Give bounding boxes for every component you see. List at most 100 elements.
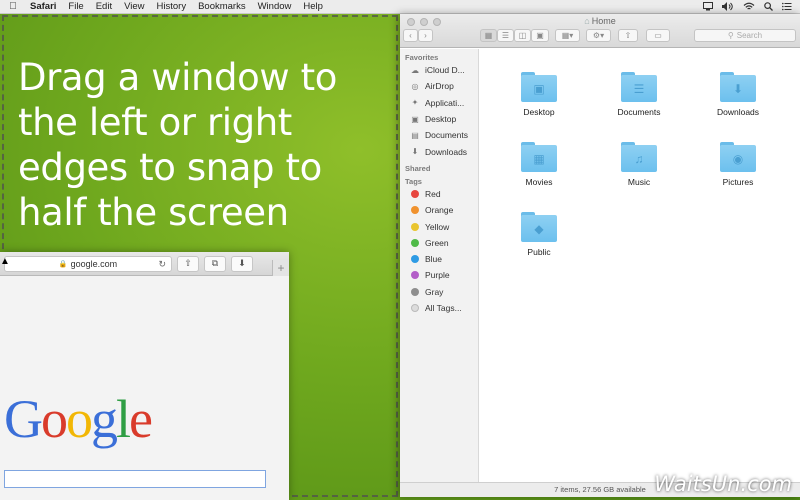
gear-icon: ⚙▾ <box>592 31 605 40</box>
tag-label: Yellow <box>425 221 450 232</box>
back-button[interactable]: ‹ <box>403 29 418 42</box>
sidebar-tag-item[interactable]: Yellow <box>400 218 478 234</box>
folder-label: Downloads <box>716 107 760 117</box>
sidebar-item-downloads[interactable]: ⬇ Downloads <box>400 143 478 159</box>
tabs-button[interactable]: ⧉ <box>204 255 226 272</box>
safari-window[interactable]: 🔒 google.com ↻ ⇧ ⧉ ⬇ + Google <box>0 252 289 500</box>
icon-view-icon: ▦ <box>484 31 493 40</box>
sidebar-item-airdrop[interactable]: ◎ AirDrop <box>400 78 478 94</box>
tag-color-dot-icon <box>411 189 419 198</box>
plus-icon: + <box>277 261 285 275</box>
share-button-finder[interactable]: ⇧ <box>618 29 638 42</box>
reload-icon[interactable]: ↻ <box>158 259 166 270</box>
forward-button[interactable]: › <box>418 29 433 42</box>
tag-color-dot-icon <box>411 238 419 247</box>
tag-label: Green <box>425 237 449 248</box>
folder-item[interactable]: ▦ Movies <box>504 142 574 187</box>
share-icon: ⇧ <box>184 258 192 268</box>
download-icon: ⬇ <box>238 258 246 268</box>
google-logo-letter: o <box>41 389 68 449</box>
search-icon: ⚲ <box>727 31 734 40</box>
share-icon: ⇧ <box>624 31 632 40</box>
sidebar-tag-item[interactable]: Red <box>400 186 478 202</box>
sidebar-tag-item[interactable]: Orange <box>400 202 478 218</box>
tag-color-dot-icon <box>411 222 419 231</box>
chevron-left-icon: ‹ <box>409 31 412 40</box>
sidebar-item-desktop[interactable]: ▣ Desktop <box>400 111 478 127</box>
finder-titlebar: ⌂ Home ‹ › ▦ ☰ ◫ ▣ ▦▾ ⚙▾ ⇧ ▭ ⚲ Search <box>400 14 800 48</box>
coverflow-icon: ▣ <box>536 31 544 40</box>
folder-item[interactable]: ♫ Music <box>604 142 674 187</box>
sidebar-tag-item[interactable]: All Tags... <box>400 300 478 316</box>
tags-button[interactable]: ▭ <box>646 29 670 42</box>
folder-item[interactable]: ▣ Desktop <box>504 72 574 117</box>
menu-window[interactable]: Window <box>252 1 298 12</box>
watermark: WaitsUn.com <box>654 472 792 496</box>
menu-bar:  Safari File Edit View History Bookmark… <box>0 0 800 14</box>
folder-icon: ⬇ <box>720 72 756 102</box>
folder-icon: ▣ <box>521 72 557 102</box>
sidebar-item-applications[interactable]: ✦ Applicati... <box>400 95 478 111</box>
column-view-icon: ◫ <box>518 31 527 40</box>
sidebar-tag-item[interactable]: Gray <box>400 284 478 300</box>
new-tab-button[interactable]: + <box>272 260 289 276</box>
tag-color-dot-icon <box>411 255 419 264</box>
menu-help[interactable]: Help <box>297 1 329 12</box>
finder-window[interactable]: ⌂ Home ‹ › ▦ ☰ ◫ ▣ ▦▾ ⚙▾ ⇧ ▭ ⚲ Search Fav… <box>400 14 800 497</box>
menu-history[interactable]: History <box>151 1 193 12</box>
cloud-icon: ☁ <box>411 65 419 75</box>
notification-center-icon[interactable] <box>782 2 792 11</box>
menu-view[interactable]: View <box>118 1 150 12</box>
lock-icon: 🔒 <box>58 260 68 268</box>
icon-view-button[interactable]: ▦ <box>480 29 497 42</box>
share-button[interactable]: ⇧ <box>177 255 199 272</box>
spotlight-icon[interactable] <box>764 2 773 11</box>
sidebar-tag-item[interactable]: Green <box>400 235 478 251</box>
list-view-button[interactable]: ☰ <box>497 29 514 42</box>
folder-label: Movies <box>525 177 553 187</box>
display-icon[interactable] <box>703 2 713 11</box>
tag-color-dot-icon <box>411 287 419 296</box>
sidebar-item-documents[interactable]: ▤ Documents <box>400 127 478 143</box>
home-icon: ⌂ <box>584 16 590 26</box>
coverflow-view-button[interactable]: ▣ <box>531 29 549 42</box>
folder-icon: ◆ <box>521 212 557 242</box>
finder-search-input[interactable]: ⚲ Search <box>694 29 796 42</box>
menu-file[interactable]: File <box>62 1 89 12</box>
tag-label: Purple <box>425 270 450 281</box>
action-button[interactable]: ⚙▾ <box>586 29 611 42</box>
apple-menu-icon[interactable]:  <box>0 1 26 12</box>
sidebar-tags-header: Tags <box>405 176 422 186</box>
google-logo-letter: o <box>66 389 93 449</box>
sidebar-tag-item[interactable]: Purple <box>400 267 478 283</box>
google-logo-letter: e <box>129 389 153 449</box>
folder-item[interactable]: ◆ Public <box>504 212 574 257</box>
wifi-icon[interactable] <box>743 2 755 11</box>
menu-app-name[interactable]: Safari <box>26 1 62 12</box>
mouse-cursor-icon: ▲ <box>0 256 10 267</box>
folder-icon: ♫ <box>621 142 657 172</box>
snap-hint-text: Drag a window to the left or right edges… <box>18 56 337 234</box>
folder-label: Music <box>627 177 651 187</box>
column-view-button[interactable]: ◫ <box>514 29 531 42</box>
google-search-input[interactable] <box>4 470 266 488</box>
menu-edit[interactable]: Edit <box>90 1 118 12</box>
folder-item[interactable]: ⬇ Downloads <box>703 72 773 117</box>
arrange-button[interactable]: ▦▾ <box>555 29 580 42</box>
google-logo: Google <box>4 388 153 450</box>
sidebar-item-label: Applicati... <box>425 97 465 108</box>
downloads-button[interactable]: ⬇ <box>231 255 253 272</box>
folder-item[interactable]: ☰ Documents <box>604 72 674 117</box>
folder-icon: ☰ <box>621 72 657 102</box>
chevron-right-icon: › <box>424 31 427 40</box>
volume-icon[interactable] <box>722 2 734 11</box>
folder-label: Public <box>527 247 551 257</box>
menu-bookmarks[interactable]: Bookmarks <box>192 1 252 12</box>
sidebar-tag-item[interactable]: Blue <box>400 251 478 267</box>
folder-label: Pictures <box>722 177 754 187</box>
sidebar-item-icloud[interactable]: ☁ iCloud D... <box>400 62 478 78</box>
folder-icon: ▦ <box>521 142 557 172</box>
tabs-icon: ⧉ <box>211 258 219 268</box>
folder-item[interactable]: ◉ Pictures <box>703 142 773 187</box>
address-bar[interactable]: 🔒 google.com ↻ <box>4 255 172 272</box>
